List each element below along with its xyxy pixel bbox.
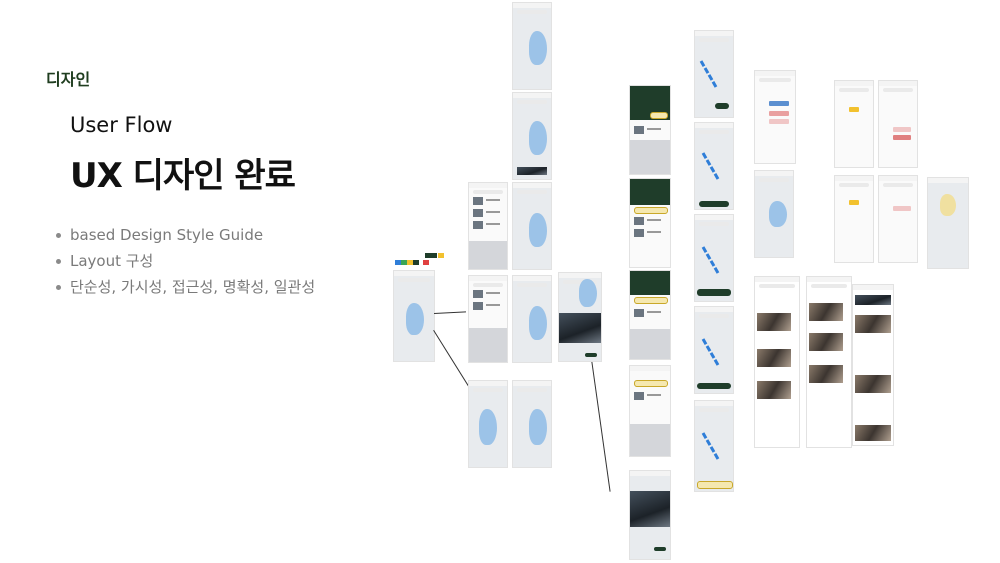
screen-map-5[interactable] — [512, 380, 552, 468]
swatch — [413, 260, 419, 265]
page-title: UX 디자인 완료 — [70, 156, 296, 196]
screen-reserve-map[interactable] — [927, 177, 969, 269]
bullet-text: based Design Style Guide — [70, 226, 264, 244]
screen-route-3[interactable] — [694, 214, 734, 302]
screen-reserve-2[interactable] — [878, 80, 918, 168]
bullet-item: based Design Style Guide — [56, 222, 315, 248]
screen-map-1[interactable] — [512, 2, 552, 90]
screen-gallery-3[interactable] — [852, 284, 894, 446]
bullet-dot-icon — [56, 258, 61, 264]
bullet-text: Layout 구성 — [70, 252, 154, 270]
screen-route-5[interactable] — [694, 400, 734, 492]
bullet-dot-icon — [56, 232, 61, 238]
screen-place-detail-2[interactable] — [629, 470, 671, 560]
flow-arrow — [434, 311, 467, 314]
screen-course-map[interactable] — [754, 170, 794, 258]
screen-map-4[interactable] — [512, 275, 552, 363]
screen-route-card-2[interactable] — [629, 178, 671, 268]
screen-schedule-1[interactable] — [754, 70, 796, 164]
screen-route-card-4[interactable] — [629, 365, 671, 457]
swatch — [431, 253, 437, 258]
screen-reserve-4[interactable] — [878, 175, 918, 263]
screen-route-1[interactable] — [694, 30, 734, 118]
screen-reserve-3[interactable] — [834, 175, 874, 263]
screen-map-search[interactable] — [468, 380, 508, 468]
bullet-list: based Design Style Guide Layout 구성 단순성, … — [56, 222, 315, 300]
screen-map-2[interactable] — [512, 92, 552, 180]
screen-place-detail[interactable] — [558, 272, 602, 362]
screen-route-4[interactable] — [694, 306, 734, 394]
screen-map-3[interactable] — [512, 182, 552, 270]
flow-arrow — [589, 345, 611, 492]
screen-gallery-2[interactable] — [806, 276, 852, 448]
section-tag: 디자인 — [46, 70, 91, 89]
bullet-item: 단순성, 가시성, 접근성, 명확성, 일관성 — [56, 274, 315, 300]
screen-route-card-3[interactable] — [629, 270, 671, 360]
screen-route-2[interactable] — [694, 122, 734, 210]
screen-home-map[interactable] — [393, 270, 435, 362]
screen-route-card-1[interactable] — [629, 85, 671, 175]
bullet-dot-icon — [56, 284, 61, 290]
screen-gallery-1[interactable] — [754, 276, 800, 448]
bullet-text: 단순성, 가시성, 접근성, 명확성, 일관성 — [70, 278, 316, 296]
screen-search-list[interactable] — [468, 182, 508, 270]
bullet-item: Layout 구성 — [56, 248, 315, 274]
screen-search-keyboard[interactable] — [468, 275, 508, 363]
swatch — [423, 260, 429, 265]
flow-title: User Flow — [70, 113, 173, 137]
swatch — [438, 253, 444, 258]
screen-reserve-1[interactable] — [834, 80, 874, 168]
